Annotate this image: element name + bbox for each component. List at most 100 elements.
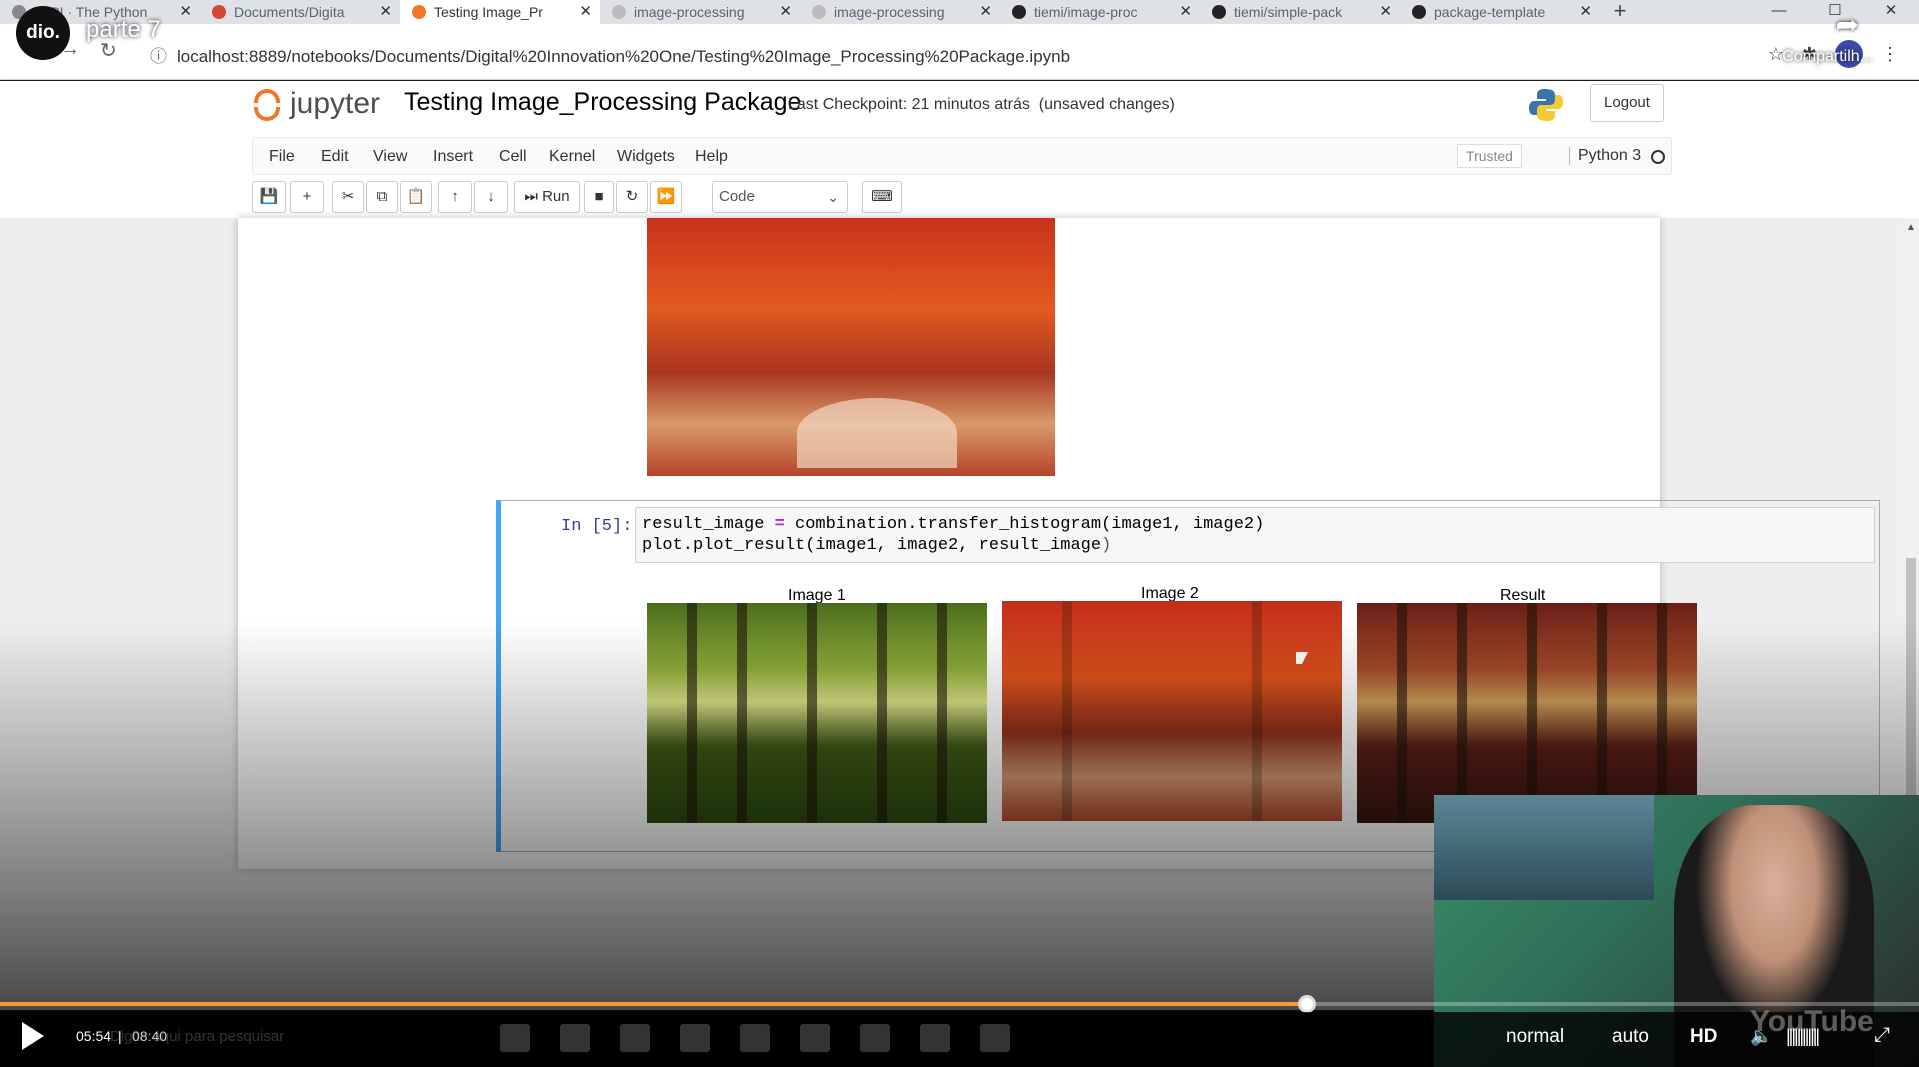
total-time: 08:40 xyxy=(132,1028,168,1044)
restart-run-all-icon[interactable]: ⏩ xyxy=(650,181,682,213)
close-tab-icon[interactable]: ✕ xyxy=(779,0,792,24)
cell-type-select[interactable]: Code ⌄ xyxy=(712,181,848,213)
quality-hd-button[interactable]: HD xyxy=(1690,1026,1717,1048)
close-tab-icon[interactable]: ✕ xyxy=(1379,0,1392,24)
jupyter-logo[interactable]: jupyter xyxy=(252,87,380,121)
taskbar-icons xyxy=(500,1024,1010,1052)
code-token: result_image xyxy=(642,515,775,534)
time-separator: | xyxy=(118,1028,122,1044)
menu-file[interactable]: File xyxy=(269,148,295,166)
close-tab-icon[interactable]: ✕ xyxy=(1179,0,1192,24)
move-down-icon[interactable]: ↓ xyxy=(474,181,508,213)
browser-tab-active[interactable]: Testing Image_Pr ✕ xyxy=(400,0,600,24)
code-token: ) xyxy=(1101,536,1112,555)
play-icon[interactable] xyxy=(22,1022,44,1050)
run-button[interactable]: ⏭ Run xyxy=(514,181,580,213)
video-progress-bar[interactable] xyxy=(0,995,1919,1013)
browser-tab[interactable]: tiemi/image-proc ✕ xyxy=(1000,0,1200,24)
previous-output-image xyxy=(647,218,1055,476)
logout-button[interactable]: Logout xyxy=(1590,84,1664,122)
jupyter-logo-icon xyxy=(252,87,282,121)
youtube-watermark[interactable]: YouTube xyxy=(1750,1005,1874,1039)
taskbar-app-icon xyxy=(800,1024,830,1052)
background-painting xyxy=(1434,795,1654,900)
minimize-icon[interactable]: — xyxy=(1751,0,1807,22)
close-tab-icon[interactable]: ✕ xyxy=(1579,0,1592,24)
menu-edit[interactable]: Edit xyxy=(321,148,349,166)
url-text: localhost:8889/notebooks/Documents/Digit… xyxy=(177,47,1071,66)
code-token: (image1, image2, result_image xyxy=(805,536,1102,555)
interrupt-icon[interactable]: ■ xyxy=(584,181,614,213)
new-tab-button[interactable]: + xyxy=(1600,0,1640,24)
close-window-icon[interactable]: ✕ xyxy=(1863,0,1919,22)
notebook-container: In [5]: result_image = combination.trans… xyxy=(238,218,1880,869)
result-output xyxy=(1357,603,1697,823)
code-token: plot.plot_result xyxy=(642,536,806,555)
playback-speed-button[interactable]: normal xyxy=(1506,1026,1564,1048)
channel-logo[interactable]: dio. xyxy=(16,6,70,60)
menu-view[interactable]: View xyxy=(373,148,407,166)
github-icon xyxy=(1012,5,1026,19)
save-button[interactable]: 💾 xyxy=(252,181,286,213)
browser-tab[interactable]: tiemi/simple-pack ✕ xyxy=(1200,0,1400,24)
browser-tab[interactable]: Documents/Digita ✕ xyxy=(200,0,400,24)
menu-kernel[interactable]: Kernel xyxy=(549,148,595,166)
taskbar-app-icon xyxy=(560,1024,590,1052)
unsaved-indicator: (unsaved changes) xyxy=(1038,96,1175,113)
close-tab-icon[interactable]: ✕ xyxy=(379,0,392,24)
progress-scrubber[interactable] xyxy=(1297,995,1316,1013)
code-editor[interactable]: result_image = combination.transfer_hist… xyxy=(635,507,1875,563)
favicon-icon xyxy=(612,5,626,19)
restart-icon[interactable]: ↻ xyxy=(616,181,648,213)
taskbar-app-icon xyxy=(620,1024,650,1052)
current-time: 05:54 xyxy=(76,1028,112,1044)
address-bar: → ↻ ⓘ localhost:8889/notebooks/Documents/… xyxy=(0,24,1919,80)
jupyter-header: jupyter Testing Image_Processing Package… xyxy=(0,81,1919,218)
keyboard-shortcuts-icon[interactable]: ⌨ xyxy=(862,181,902,213)
jupyter-logo-text: jupyter xyxy=(290,87,381,120)
video-title[interactable]: parte 7 xyxy=(86,16,161,44)
menu-cell[interactable]: Cell xyxy=(499,148,527,166)
input-prompt: In [5]: xyxy=(561,517,633,536)
url-field[interactable]: ⓘ localhost:8889/notebooks/Documents/Digi… xyxy=(150,42,1070,67)
chevron-down-icon: ⌄ xyxy=(827,189,839,205)
favicon-icon xyxy=(212,5,226,19)
scrollbar-thumb[interactable] xyxy=(1906,558,1916,798)
player-controls: Digite aqui para pesquisar 05:54 | 08:40… xyxy=(0,1012,1919,1067)
scroll-up-icon[interactable]: ▲ xyxy=(1906,222,1916,233)
site-info-icon[interactable]: ⓘ xyxy=(150,47,167,66)
taskbar-app-icon xyxy=(500,1024,530,1052)
browser-tab[interactable]: package-template ✕ xyxy=(1400,0,1600,24)
share-icon[interactable]: ➦ xyxy=(1836,8,1859,41)
close-tab-icon[interactable]: ✕ xyxy=(179,0,192,24)
github-icon xyxy=(1212,5,1226,19)
quality-auto-button[interactable]: auto xyxy=(1612,1026,1649,1048)
close-tab-icon[interactable]: ✕ xyxy=(579,0,592,24)
cut-icon[interactable]: ✂ xyxy=(332,181,364,213)
trusted-badge[interactable]: Trusted xyxy=(1457,144,1522,168)
taskbar-app-icon xyxy=(980,1024,1010,1052)
insert-cell-button[interactable]: + xyxy=(290,181,324,213)
browser-menu-icon[interactable]: ⋮ xyxy=(1881,44,1899,65)
code-operator: = xyxy=(774,515,785,534)
github-icon xyxy=(1412,5,1426,19)
taskbar-app-icon xyxy=(920,1024,950,1052)
copy-icon[interactable]: ⧉ xyxy=(366,181,398,213)
share-label[interactable]: Compartilh... xyxy=(1782,48,1873,66)
image2-output xyxy=(1002,601,1342,821)
code-token: combination.transfer_histogram(image1, i… xyxy=(784,515,1265,534)
progress-played xyxy=(0,1002,1307,1006)
fullscreen-icon[interactable]: ⤢ xyxy=(1874,1024,1890,1047)
browser-tab[interactable]: image-processing ✕ xyxy=(600,0,800,24)
menu-widgets[interactable]: Widgets xyxy=(617,148,675,166)
menu-help[interactable]: Help xyxy=(695,148,728,166)
menu-insert[interactable]: Insert xyxy=(433,148,473,166)
taskbar-app-icon xyxy=(680,1024,710,1052)
move-up-icon[interactable]: ↑ xyxy=(438,181,472,213)
code-line: plot.plot_result(image1, image2, result_… xyxy=(642,535,1868,556)
browser-tab[interactable]: image-processing ✕ xyxy=(800,0,1000,24)
notebook-title[interactable]: Testing Image_Processing Package xyxy=(404,88,801,117)
paste-icon[interactable]: 📋 xyxy=(400,181,432,213)
browser-tab-bar: PyPI · The Python ✕ Documents/Digita ✕ Tes… xyxy=(0,0,1919,24)
close-tab-icon[interactable]: ✕ xyxy=(979,0,992,24)
